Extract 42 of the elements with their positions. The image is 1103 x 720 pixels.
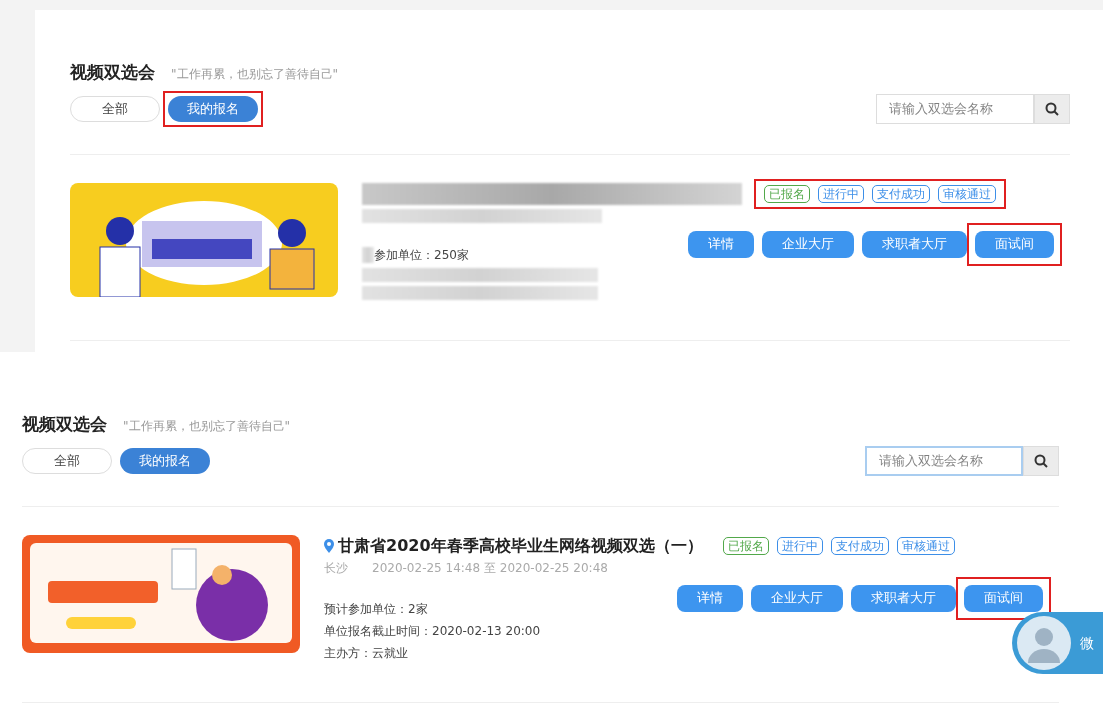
filter-tab[interactable]: 全部 bbox=[22, 447, 112, 474]
widget-label: 微 bbox=[1080, 633, 1094, 653]
blurred-text bbox=[362, 246, 374, 263]
filter-tab[interactable]: 我的报名 bbox=[168, 95, 258, 122]
action-button[interactable]: 详情 bbox=[688, 230, 754, 258]
motto-text: "工作再累，也别忘了善待自己" bbox=[123, 418, 291, 435]
search-icon bbox=[1034, 453, 1048, 468]
action-button[interactable]: 详情 bbox=[677, 584, 743, 612]
action-button[interactable]: 企业大厅 bbox=[751, 584, 843, 612]
status-tag: 已报名 bbox=[722, 536, 769, 555]
search-icon bbox=[1045, 101, 1059, 116]
avatar-icon bbox=[1016, 615, 1072, 671]
page-title: 视频双选会 bbox=[22, 413, 107, 436]
status-tag: 进行中 bbox=[776, 536, 823, 555]
page-title: 视频双选会 bbox=[70, 61, 155, 84]
city-text: 长沙 bbox=[324, 559, 348, 577]
filter-tab[interactable]: 我的报名 bbox=[120, 447, 210, 474]
search-button[interactable] bbox=[1034, 93, 1070, 124]
action-button[interactable]: 面试间 bbox=[975, 230, 1054, 258]
action-button[interactable]: 企业大厅 bbox=[762, 230, 854, 258]
customer-service-widget[interactable]: 微 bbox=[1012, 612, 1103, 674]
search-field[interactable]: 请输入双选会名称 bbox=[876, 93, 1034, 124]
status-tag: 审核通过 bbox=[896, 536, 955, 555]
status-tag: 支付成功 bbox=[872, 184, 930, 203]
status-tag: 已报名 bbox=[764, 184, 810, 203]
fair-info-text: 单位报名截止时间：2020-02-13 20:00 bbox=[324, 622, 541, 640]
status-tag: 进行中 bbox=[818, 184, 864, 203]
status-tag: 审核通过 bbox=[938, 184, 996, 203]
fair-title: 甘肃省2020年春季高校毕业生网络视频双选（一） bbox=[338, 534, 703, 557]
status-tag: 支付成功 bbox=[830, 536, 889, 555]
fair-info-text: 参加单位：250家 bbox=[374, 246, 469, 264]
search-field[interactable]: 请输入双选会名称 bbox=[865, 445, 1023, 476]
filter-tab[interactable]: 全部 bbox=[70, 95, 160, 122]
action-button[interactable]: 面试间 bbox=[964, 584, 1043, 612]
search-button[interactable] bbox=[1023, 445, 1059, 476]
fair-info-text: 预计参加单位：2家 bbox=[324, 600, 428, 618]
action-button[interactable]: 求职者大厅 bbox=[851, 584, 956, 612]
location-pin-icon bbox=[324, 538, 334, 553]
motto-text: "工作再累，也别忘了善待自己" bbox=[171, 66, 339, 83]
date-range-text: 2020-02-25 14:48 至 2020-02-25 20:48 bbox=[372, 559, 608, 577]
fair-info-text: 主办方：云就业 bbox=[324, 644, 408, 662]
action-button[interactable]: 求职者大厅 bbox=[862, 230, 967, 258]
